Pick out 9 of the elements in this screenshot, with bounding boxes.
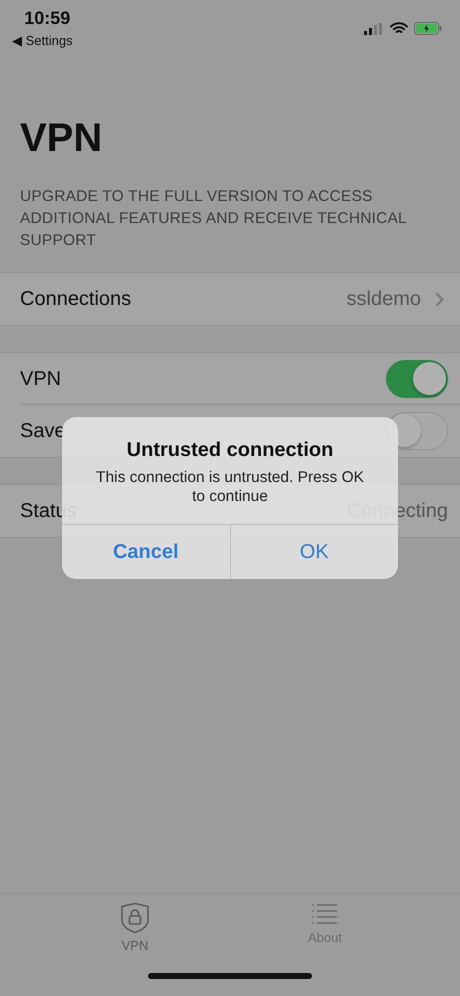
row-label: VPN	[20, 368, 62, 390]
alert-title: Untrusted connection	[126, 439, 334, 462]
row-label: Save	[20, 420, 67, 442]
row-label: Connections	[20, 288, 132, 310]
row-value: ssldemo	[346, 288, 421, 310]
page-title: VPN	[20, 115, 104, 162]
alert-message: This connection is untrusted. Press OK to continue	[95, 468, 364, 505]
upgrade-notice: UPGRADE TO THE FULL VERSION TO ACCESS ADDITIONAL FEATURES AND RECEIVE TECHNICAL SUPPORT	[20, 187, 408, 251]
status-time: 10:59	[24, 8, 70, 29]
